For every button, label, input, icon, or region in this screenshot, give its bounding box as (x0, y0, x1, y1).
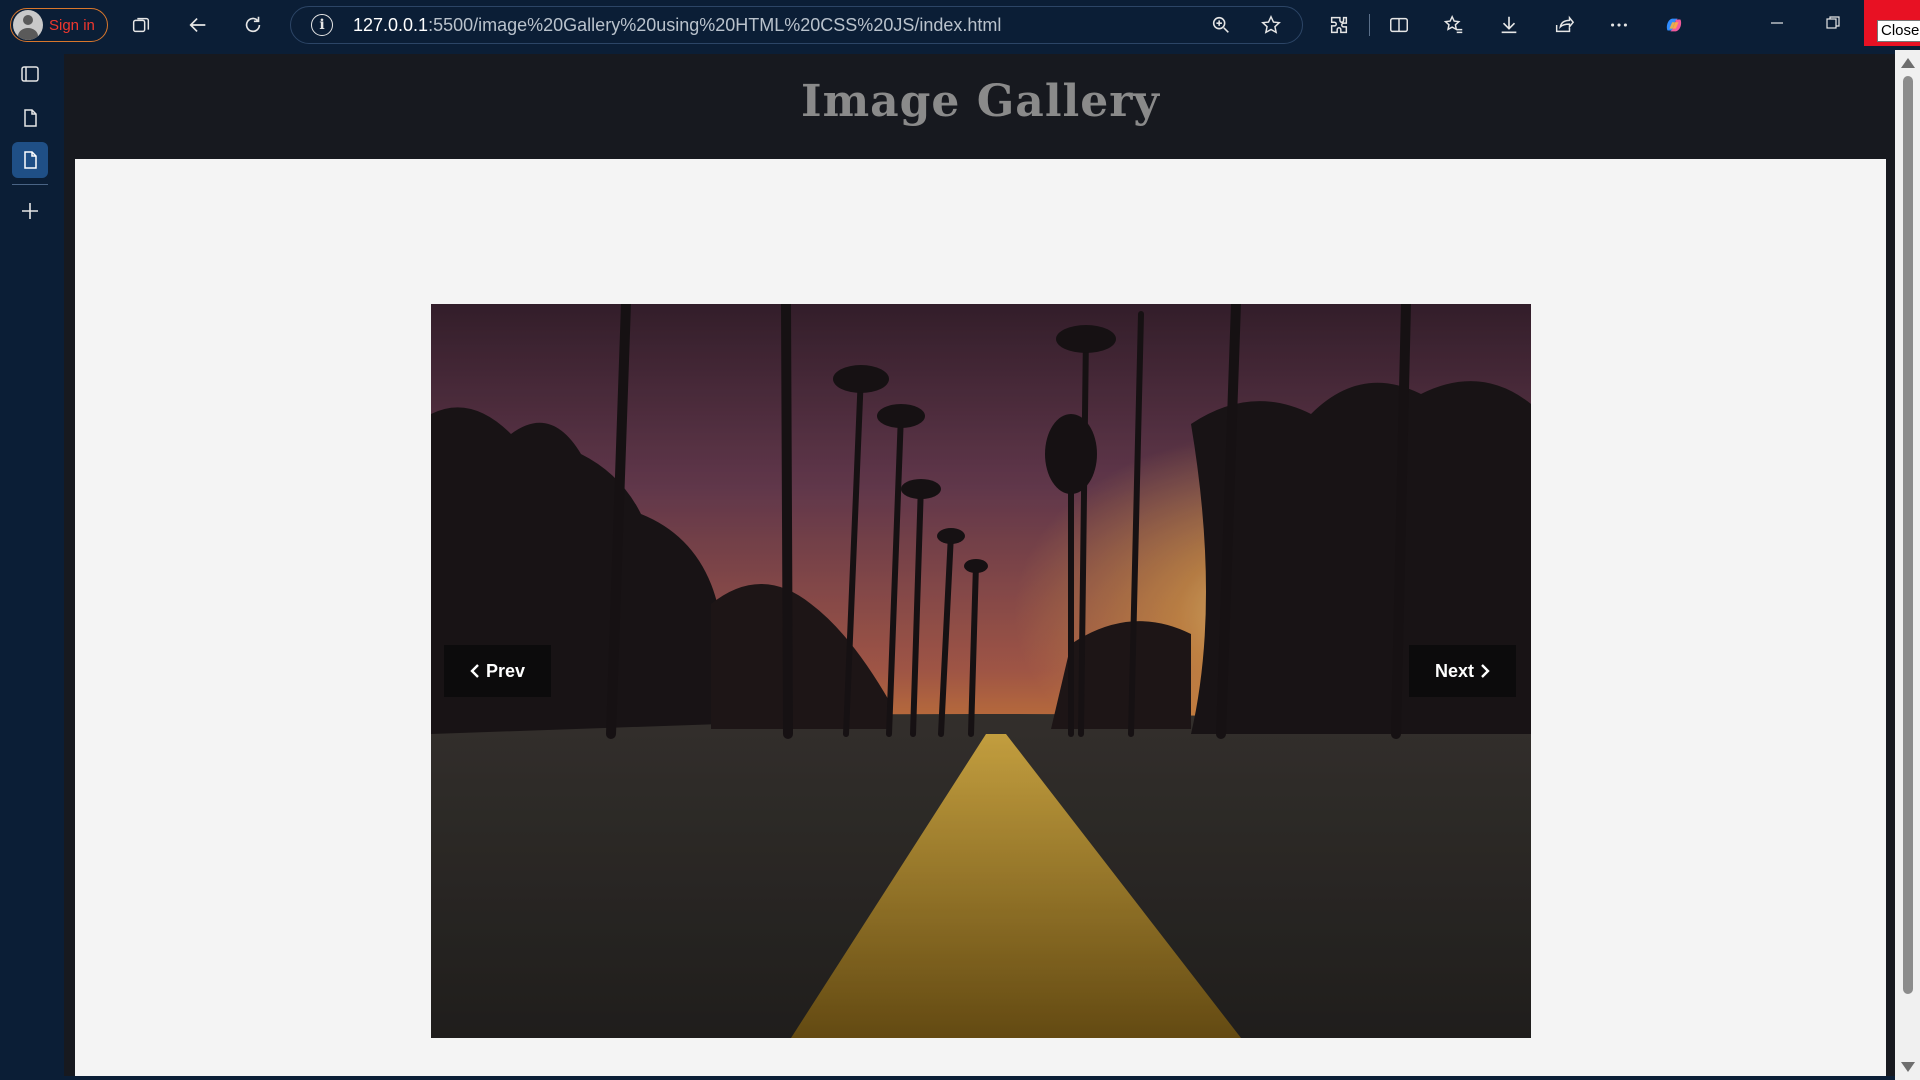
sign-in-label: Sign in (49, 16, 95, 34)
close-tooltip: Close (1877, 20, 1920, 42)
address-bar[interactable]: i 127.0.0.1:5500/image%20Gallery%20using… (290, 6, 1303, 44)
gallery-slide: Prev Next (431, 304, 1531, 1038)
workspaces-icon[interactable] (126, 10, 156, 40)
gallery-container: Prev Next (75, 159, 1886, 1076)
scrollbar-thumb[interactable] (1903, 76, 1913, 994)
extensions-icon[interactable] (1324, 10, 1354, 40)
share-icon[interactable] (1549, 10, 1579, 40)
vertical-tab-strip (0, 50, 64, 1080)
sidebar-divider (12, 184, 48, 185)
back-arrow-icon[interactable] (183, 10, 213, 40)
sunset-road-palms-photo (431, 304, 1531, 1038)
zoom-icon[interactable] (1206, 10, 1236, 40)
favorites-icon[interactable] (1439, 10, 1469, 40)
next-button[interactable]: Next (1409, 645, 1516, 697)
prev-label: Prev (485, 660, 526, 681)
chevron-right-icon (1481, 664, 1490, 678)
next-label: Next (1434, 660, 1474, 681)
page-viewport: Image Gallery Prev Next (64, 54, 1895, 1076)
url-text[interactable]: 127.0.0.1:5500/image%20Gallery%20using%2… (353, 15, 1001, 36)
new-tab-plus-icon[interactable] (12, 193, 48, 229)
toolbar-divider (1369, 14, 1370, 36)
favorite-star-icon[interactable] (1256, 10, 1286, 40)
vertical-scrollbar[interactable] (1895, 50, 1920, 1080)
tab-actions-icon[interactable] (12, 56, 48, 92)
refresh-icon[interactable] (238, 10, 268, 40)
download-icon[interactable] (1494, 10, 1524, 40)
page-tab-icon[interactable] (12, 100, 48, 136)
site-info-icon[interactable]: i (311, 14, 333, 36)
minimize-button[interactable] (1749, 0, 1805, 46)
more-icon[interactable] (1604, 10, 1634, 40)
chevron-left-icon (470, 664, 479, 678)
copilot-icon[interactable] (1659, 10, 1689, 40)
sign-in-button[interactable]: Sign in (10, 8, 108, 42)
scroll-up-arrow-icon[interactable] (1901, 58, 1915, 68)
split-screen-icon[interactable] (1384, 10, 1414, 40)
page-title: Image Gallery (801, 76, 1160, 127)
active-page-tab-icon[interactable] (12, 142, 48, 178)
profile-avatar-icon (13, 10, 43, 40)
browser-toolbar: Sign in i 127.0.0.1:5500/image%20Gallery… (0, 0, 1920, 50)
prev-button[interactable]: Prev (444, 645, 551, 697)
scroll-down-arrow-icon[interactable] (1901, 1062, 1915, 1072)
restore-button[interactable] (1805, 0, 1861, 46)
